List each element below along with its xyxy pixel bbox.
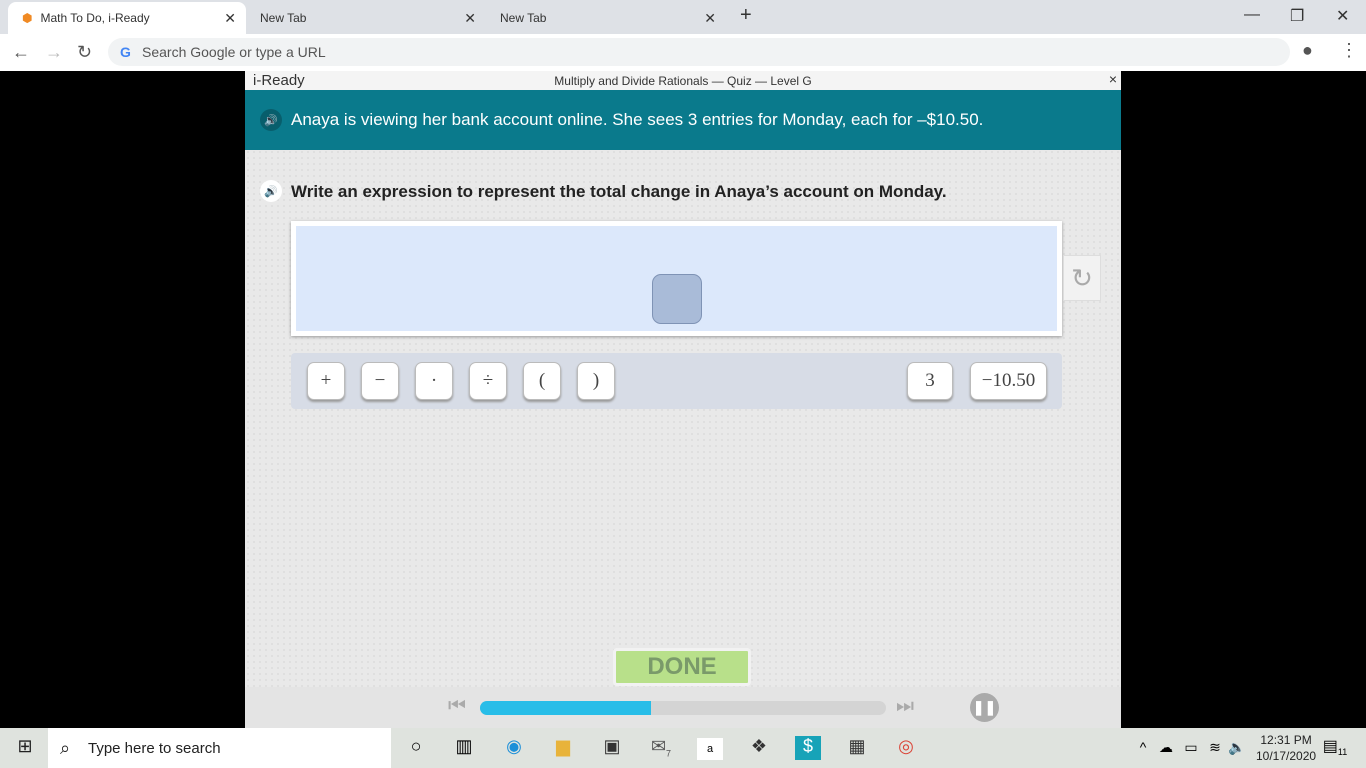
expression-drop-zone[interactable] [296, 226, 1057, 331]
answer-area [291, 221, 1062, 336]
taskbar-search[interactable]: ⌕ Type here to search [48, 728, 391, 768]
progress-fill [480, 701, 651, 715]
notifications-icon[interactable]: ▤11 [1322, 736, 1348, 757]
volume-icon[interactable]: 🔈 [1224, 739, 1250, 756]
tab-label: New Tab [500, 11, 547, 25]
mail-badge: 7 [666, 748, 672, 759]
iready-app: i-Ready Multiply and Divide Rationals — … [245, 71, 1121, 728]
amazon-icon[interactable]: a [697, 738, 723, 760]
google-icon: G [120, 44, 131, 60]
number-tile-3[interactable]: 3 [907, 362, 953, 400]
cortana-icon[interactable]: ○ [403, 736, 429, 757]
player-controls: ⏮ ⏭ ❚❚ [245, 687, 1121, 728]
task-view-icon[interactable]: ▥ [451, 736, 477, 757]
speaker-icon[interactable]: 🔊 [260, 180, 282, 202]
tab-strip: ⬢ Math To Do, i-Ready ✕ New Tab ✕ New Tab ✕ … [0, 0, 1366, 34]
multiply-tile[interactable]: · [415, 362, 453, 400]
menu-icon[interactable]: ⋮ [1340, 40, 1358, 61]
tile-tray: + − · ÷ ( ) 3 −10.50 [291, 353, 1062, 409]
tab-label: Math To Do, i-Ready [40, 11, 150, 25]
battery-icon[interactable]: ▭ [1178, 739, 1204, 756]
speaker-icon[interactable]: 🔊 [260, 109, 282, 131]
close-paren-tile[interactable]: ) [577, 362, 615, 400]
profile-icon[interactable]: ● [1302, 40, 1313, 61]
close-tab-icon[interactable]: ✕ [464, 10, 476, 27]
number-tile-neg-10-50[interactable]: −10.50 [970, 362, 1047, 400]
notification-badge: 11 [1337, 747, 1348, 758]
reload-icon[interactable]: ↻ [77, 42, 92, 63]
problem-banner: 🔊 Anaya is viewing her bank account onli… [245, 90, 1121, 150]
forward-icon[interactable]: → [45, 42, 63, 63]
close-lesson-button[interactable]: × [1109, 71, 1117, 87]
minimize-button[interactable]: — [1244, 6, 1260, 24]
search-icon: ⌕ [60, 737, 71, 758]
divide-tile[interactable]: ÷ [469, 362, 507, 400]
app-icon[interactable]: $ [795, 736, 821, 760]
omnibox-placeholder: Search Google or type a URL [142, 44, 326, 60]
skip-back-icon[interactable]: ⏮ [448, 695, 466, 718]
windows-start-icon[interactable]: ⊞ [12, 736, 38, 757]
restore-button[interactable]: ❐ [1290, 6, 1304, 26]
progress-bar [480, 701, 886, 715]
chrome-icon[interactable]: ◎ [893, 736, 919, 757]
reset-icon[interactable]: ↻ [1063, 255, 1101, 301]
mail-icon[interactable]: ✉7 [648, 736, 674, 759]
done-button[interactable]: DONE [613, 648, 751, 686]
question-text: Write an expression to represent the tot… [291, 182, 947, 201]
tab-new-1[interactable]: New Tab ✕ [246, 2, 486, 34]
dropbox-icon[interactable]: ❖ [746, 736, 772, 757]
minus-tile[interactable]: − [361, 362, 399, 400]
close-tab-icon[interactable]: ✕ [224, 10, 236, 27]
windows-taskbar: ⊞ ⌕ Type here to search ○ ▥ ◉ ▆ ▣ ✉7 a ❖ … [0, 728, 1366, 768]
onedrive-icon[interactable]: ☁ [1153, 739, 1179, 756]
calculator-icon[interactable]: ▦ [844, 736, 870, 757]
edge-icon[interactable]: ◉ [501, 736, 527, 757]
clock[interactable]: 12:31 PM 10/17/2020 [1256, 732, 1316, 764]
pause-icon[interactable]: ❚❚ [970, 693, 999, 722]
close-tab-icon[interactable]: ✕ [704, 10, 716, 27]
skip-forward-icon[interactable]: ⏭ [896, 695, 914, 718]
search-placeholder: Type here to search [88, 739, 221, 757]
file-explorer-icon[interactable]: ▆ [550, 736, 576, 757]
iready-favicon-icon: ⬢ [22, 11, 33, 25]
plus-tile[interactable]: + [307, 362, 345, 400]
tab-label: New Tab [260, 11, 307, 25]
lesson-title: Multiply and Divide Rationals — Quiz — L… [554, 74, 812, 88]
omnibox[interactable]: G Search Google or type a URL [108, 38, 1290, 66]
store-icon[interactable]: ▣ [599, 736, 625, 757]
back-icon[interactable]: ← [12, 42, 30, 63]
close-window-button[interactable]: ✕ [1336, 6, 1349, 26]
problem-text: Anaya is viewing her bank account online… [291, 110, 984, 129]
empty-slot[interactable] [652, 274, 702, 324]
time: 12:31 PM [1260, 733, 1312, 747]
app-header: i-Ready Multiply and Divide Rationals — … [245, 71, 1121, 90]
open-paren-tile[interactable]: ( [523, 362, 561, 400]
tab-new-2[interactable]: New Tab ✕ [486, 2, 726, 34]
tab-iready[interactable]: ⬢ Math To Do, i-Ready ✕ [8, 2, 246, 34]
new-tab-button[interactable]: + [740, 4, 752, 27]
date: 10/17/2020 [1256, 749, 1317, 763]
browser-toolbar: ← → ↻ G Search Google or type a URL ● ⋮ [0, 34, 1366, 71]
